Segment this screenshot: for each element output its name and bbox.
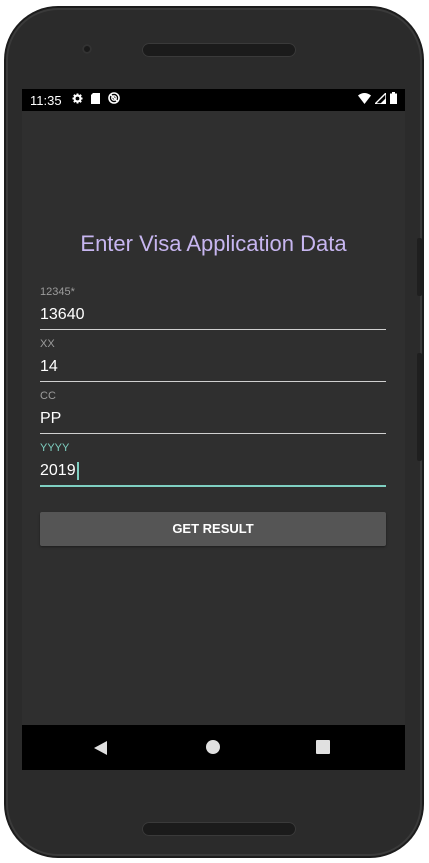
gear-icon <box>72 92 83 107</box>
field-label: YYYY <box>40 442 70 454</box>
get-result-button[interactable]: GET RESULT <box>40 512 386 546</box>
field-underline <box>40 433 386 434</box>
top-speaker <box>142 43 296 57</box>
status-bar: 11:35 <box>22 89 405 111</box>
field-underline <box>40 381 386 382</box>
field-input[interactable]: 14 <box>40 357 58 377</box>
status-icons-right <box>358 90 397 107</box>
field-yyyy[interactable]: YYYY 2019 <box>40 441 386 487</box>
field-label: 12345* <box>40 286 75 298</box>
field-12345[interactable]: 12345* 13640 <box>40 285 386 330</box>
volume-button <box>417 353 422 461</box>
status-time: 11:35 <box>30 93 62 108</box>
cell-signal-icon <box>373 90 387 107</box>
recent-apps-icon[interactable] <box>316 740 330 754</box>
navigation-bar <box>22 725 405 770</box>
status-icons-left <box>72 92 120 107</box>
field-underline <box>40 485 386 487</box>
wifi-icon <box>358 92 371 107</box>
no-disturb-icon <box>108 92 120 107</box>
field-label: XX <box>40 338 55 350</box>
field-input[interactable]: 13640 <box>40 305 85 325</box>
home-icon[interactable] <box>206 740 220 754</box>
bottom-speaker <box>142 822 296 836</box>
screen: 11:35 Enter Visa Application Data 12345*… <box>22 89 405 770</box>
field-cc[interactable]: CC PP <box>40 389 386 434</box>
battery-icon <box>390 92 397 107</box>
text-cursor <box>76 461 79 480</box>
front-camera <box>82 44 92 54</box>
field-input[interactable]: 2019 <box>40 461 76 481</box>
back-icon[interactable] <box>94 740 108 759</box>
field-label: CC <box>40 390 56 402</box>
sd-card-icon <box>91 92 100 107</box>
field-input[interactable]: PP <box>40 409 61 429</box>
page-title: Enter Visa Application Data <box>80 231 347 256</box>
power-button <box>417 238 422 296</box>
field-xx[interactable]: XX 14 <box>40 337 386 382</box>
field-underline <box>40 329 386 330</box>
